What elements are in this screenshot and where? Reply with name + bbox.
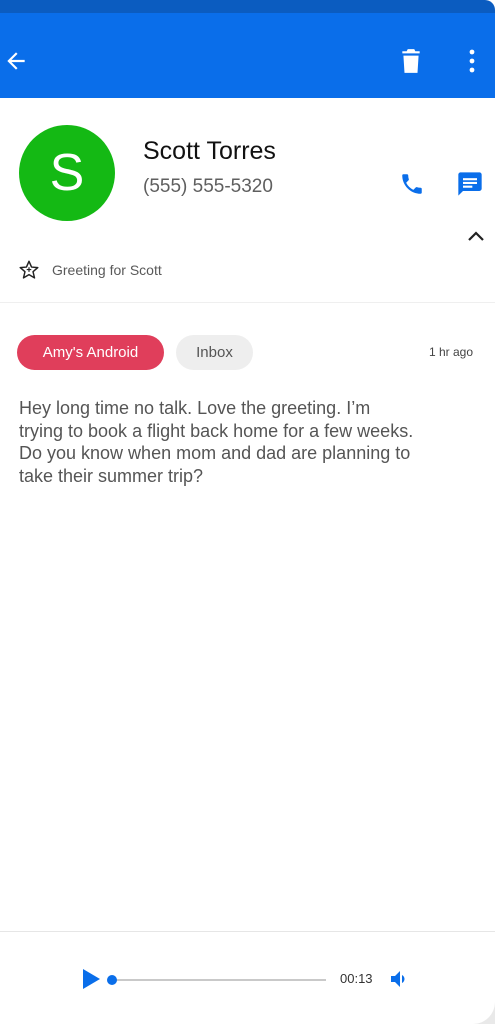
elapsed-time: 00:13 <box>340 971 373 986</box>
more-vertical-icon <box>469 49 475 73</box>
delete-button[interactable] <box>397 41 425 81</box>
play-button[interactable] <box>78 966 104 992</box>
collapse-button[interactable] <box>462 222 490 250</box>
greeting-row[interactable]: Greeting for Scott <box>18 256 162 284</box>
transcript-text: Hey long time no talk. Love the greeting… <box>19 398 414 486</box>
star-outline-icon <box>19 260 39 279</box>
progress-track[interactable] <box>107 975 326 985</box>
chat-icon <box>458 172 482 196</box>
more-options-button[interactable] <box>458 41 486 81</box>
trash-icon <box>402 49 420 73</box>
voicemail-detail-screen: S Scott Torres (555) 555-5320 Greeting f… <box>0 0 495 1024</box>
app-bar <box>0 13 495 98</box>
volume-button[interactable] <box>386 966 414 992</box>
volume-icon <box>391 971 405 987</box>
folder-chip[interactable]: Inbox <box>176 335 253 370</box>
greeting-label: Greeting for Scott <box>52 262 162 278</box>
message-button[interactable] <box>454 167 486 201</box>
phone-icon <box>402 174 422 194</box>
call-button[interactable] <box>396 167 428 201</box>
back-button[interactable] <box>0 39 32 83</box>
chevron-up-icon <box>468 231 484 241</box>
player-divider <box>0 931 495 932</box>
arrow-left-icon <box>7 52 25 70</box>
status-bar <box>0 0 495 13</box>
avatar: S <box>19 125 115 221</box>
progress-thumb[interactable] <box>107 975 117 985</box>
divider <box>0 302 495 303</box>
device-chip[interactable]: Amy's Android <box>17 335 164 370</box>
timestamp: 1 hr ago <box>428 345 473 359</box>
play-icon <box>83 969 100 989</box>
contact-phone: (555) 555-5320 <box>143 176 273 197</box>
contact-name: Scott Torres <box>143 137 276 165</box>
